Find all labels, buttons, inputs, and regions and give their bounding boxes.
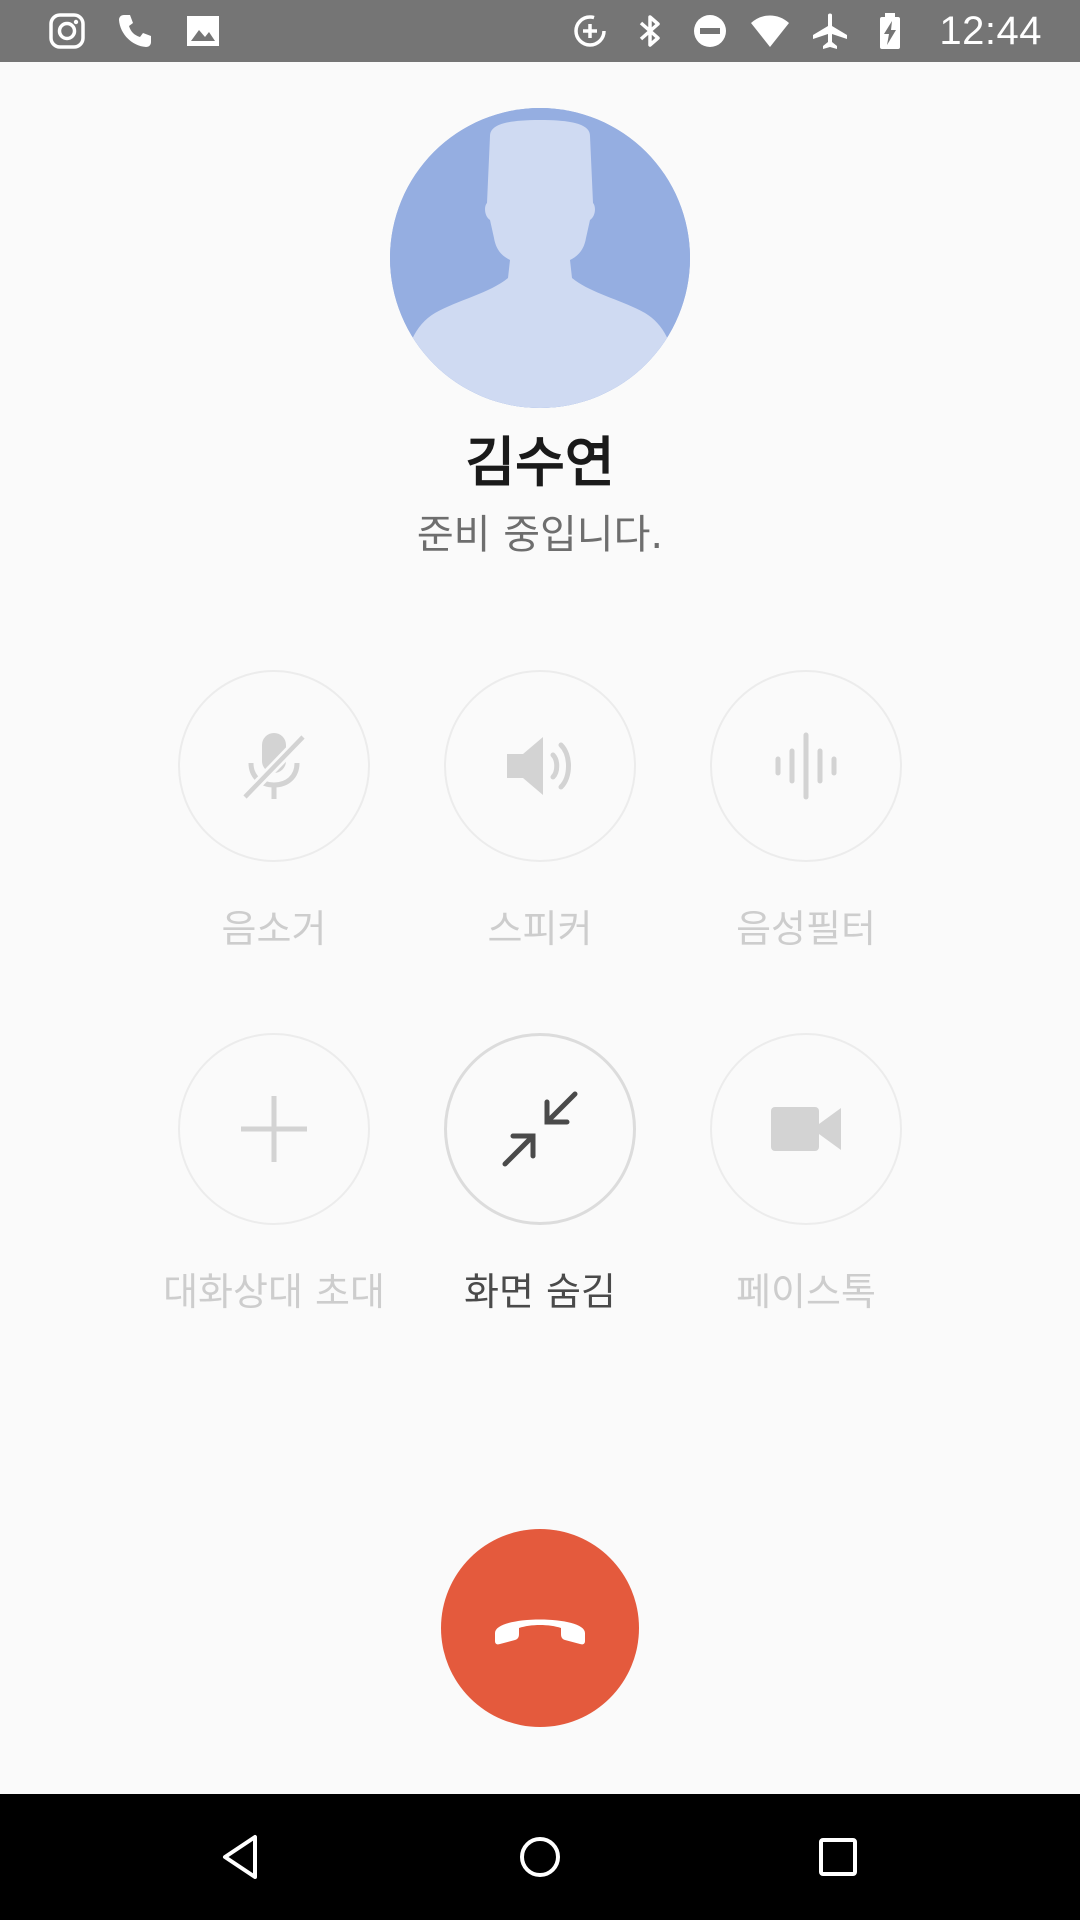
- do-not-disturb-icon: [689, 10, 731, 52]
- speaker-icon: [507, 737, 571, 795]
- back-icon: [223, 1835, 257, 1879]
- data-saver-icon: [569, 10, 611, 52]
- plus-icon: [241, 1096, 307, 1162]
- hide-screen-button[interactable]: 화면 숨김: [420, 1033, 660, 1316]
- facetalk-circle[interactable]: [710, 1033, 902, 1225]
- facetalk-button[interactable]: 페이스톡: [686, 1033, 926, 1316]
- image-icon: [182, 10, 224, 52]
- invite-label: 대화상대 초대: [163, 1270, 385, 1314]
- mute-label: 음소거: [221, 907, 327, 951]
- home-button[interactable]: [505, 1822, 575, 1892]
- minimize-icon: [502, 1091, 578, 1167]
- home-icon: [520, 1837, 560, 1877]
- hide-screen-circle[interactable]: [444, 1033, 636, 1225]
- mute-circle[interactable]: [178, 670, 370, 862]
- recents-icon: [819, 1838, 857, 1876]
- person-silhouette-icon: [390, 108, 690, 408]
- call-status: 준비 중입니다.: [416, 512, 664, 558]
- hide-screen-label: 화면 숨김: [464, 1270, 616, 1314]
- recents-button[interactable]: [803, 1822, 873, 1892]
- battery-charging-icon: [869, 10, 911, 52]
- speaker-label: 스피커: [487, 907, 593, 951]
- bluetooth-icon: [629, 10, 671, 52]
- voice-filter-label: 음성필터: [736, 907, 876, 951]
- status-bar: 12:44: [0, 0, 1080, 62]
- voice-filter-button[interactable]: 음성필터: [686, 670, 926, 953]
- status-time: 12:44: [939, 8, 1042, 53]
- mic-off-icon: [241, 733, 307, 801]
- instagram-icon: [46, 10, 88, 52]
- status-bar-notifications: [46, 0, 224, 62]
- invite-button[interactable]: 대화상대 초대: [154, 1033, 394, 1316]
- mute-button[interactable]: 음소거: [154, 670, 394, 953]
- status-bar-system: 12:44: [569, 0, 1042, 62]
- phone-icon: [114, 10, 156, 52]
- video-camera-icon: [771, 1107, 841, 1151]
- navigation-bar: [0, 1794, 1080, 1920]
- caller-avatar: [390, 108, 690, 408]
- back-button[interactable]: [206, 1822, 276, 1892]
- facetalk-label: 페이스톡: [736, 1270, 876, 1314]
- airplane-icon: [809, 10, 851, 52]
- end-call-icon: [495, 1619, 585, 1645]
- caller-name: 김수연: [465, 431, 615, 494]
- voice-filter-circle[interactable]: [710, 670, 902, 862]
- voice-filter-icon: [775, 732, 837, 800]
- speaker-circle[interactable]: [444, 670, 636, 862]
- call-screen: 12:44 김수연 준비 중입니다. 음소거 스피커 음성필터 대화상대 초대 …: [0, 0, 1080, 1920]
- wifi-icon: [749, 10, 791, 52]
- invite-circle[interactable]: [178, 1033, 370, 1225]
- end-call-button[interactable]: [441, 1529, 639, 1727]
- speaker-button[interactable]: 스피커: [420, 670, 660, 953]
